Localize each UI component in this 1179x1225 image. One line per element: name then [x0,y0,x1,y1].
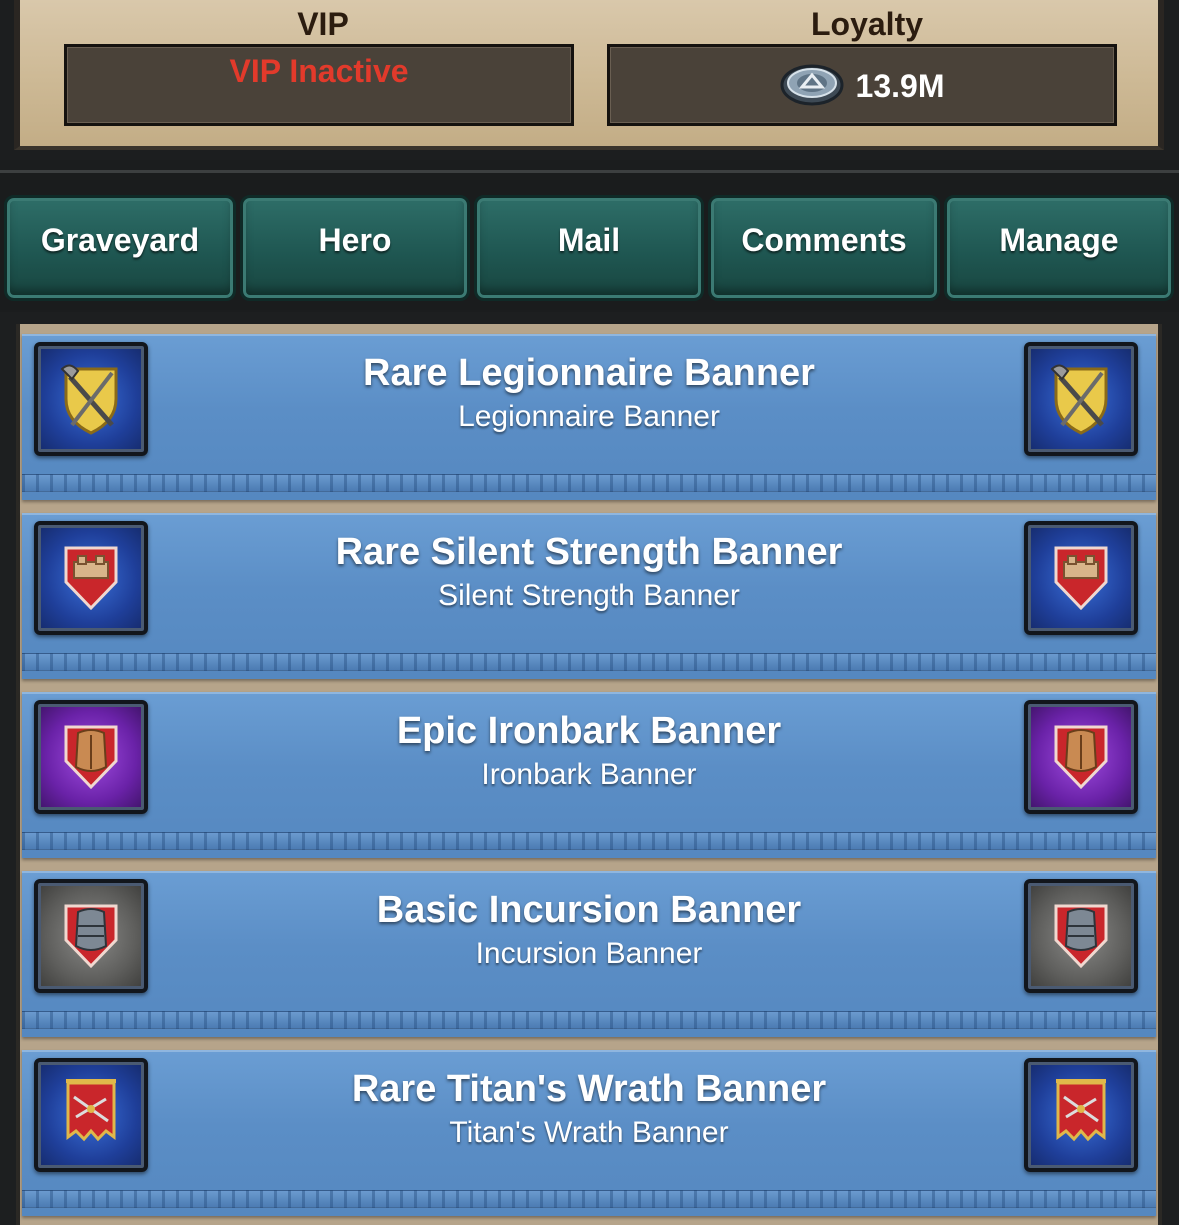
banner-list: Rare Legionnaire Banner Legionnaire Bann… [0,312,1179,1225]
steel-armor-shield-icon [34,879,148,993]
tab-bar: Graveyard Hero Mail Comments Manage [0,170,1179,310]
decorative-border [22,832,1156,850]
axe-sword-shield-icon [1024,342,1138,456]
bronze-armor-shield-icon [34,700,148,814]
decorative-border [22,1011,1156,1029]
tab-label: Comments [741,222,907,258]
vip-status-box[interactable]: VIP Inactive [64,44,574,126]
banner-row[interactable]: Rare Silent Strength Banner Silent Stren… [22,513,1156,679]
loyalty-token-icon [780,61,844,112]
tab-label: Manage [999,222,1119,258]
parchment-background: VIP VIP Inactive Loyalty 13.9M [14,0,1164,150]
vip-status-text: VIP Inactive [229,53,409,89]
banner-row[interactable]: Rare Titan's Wrath Banner Titan's Wrath … [22,1050,1156,1216]
banner-subtitle: Silent Strength Banner [438,579,740,612]
fortress-shield-icon [34,521,148,635]
banner-title: Epic Ironbark Banner [396,710,782,752]
tab-comments[interactable]: Comments [708,195,940,301]
tab-hero[interactable]: Hero [240,195,470,301]
vip-label: VIP [297,6,349,42]
decorative-border [22,653,1156,671]
tab-label: Mail [557,222,621,258]
tab-label: Graveyard [40,222,200,258]
banner-row[interactable]: Rare Legionnaire Banner Legionnaire Bann… [22,334,1156,500]
banner-subtitle: Ironbark Banner [481,758,697,791]
tab-label: Hero [318,222,392,258]
player-stats-panel: VIP VIP Inactive Loyalty 13.9M [0,0,1179,160]
banner-title: Basic Incursion Banner [376,889,802,931]
banner-subtitle: Titan's Wrath Banner [449,1116,729,1149]
tab-manage[interactable]: Manage [944,195,1174,301]
tab-graveyard[interactable]: Graveyard [4,195,236,301]
loyalty-label: Loyalty [810,6,924,42]
bronze-armor-shield-icon [1024,700,1138,814]
banner-row[interactable]: Epic Ironbark Banner Ironbark Banner [22,692,1156,858]
steel-armor-shield-icon [1024,879,1138,993]
banner-title: Rare Silent Strength Banner [335,531,843,573]
crossbow-pennant-icon [34,1058,148,1172]
fortress-shield-icon [1024,521,1138,635]
axe-sword-shield-icon [34,342,148,456]
loyalty-box[interactable]: 13.9M [607,44,1117,126]
loyalty-value: 13.9M [855,67,945,104]
banner-subtitle: Legionnaire Banner [458,400,720,433]
decorative-border [22,474,1156,492]
banner-title: Rare Titan's Wrath Banner [351,1068,827,1110]
tab-mail[interactable]: Mail [474,195,704,301]
decorative-border [22,1190,1156,1208]
banner-title: Rare Legionnaire Banner [363,352,815,394]
crossbow-pennant-icon [1024,1058,1138,1172]
banner-subtitle: Incursion Banner [475,937,703,970]
banner-row[interactable]: Basic Incursion Banner Incursion Banner [22,871,1156,1037]
